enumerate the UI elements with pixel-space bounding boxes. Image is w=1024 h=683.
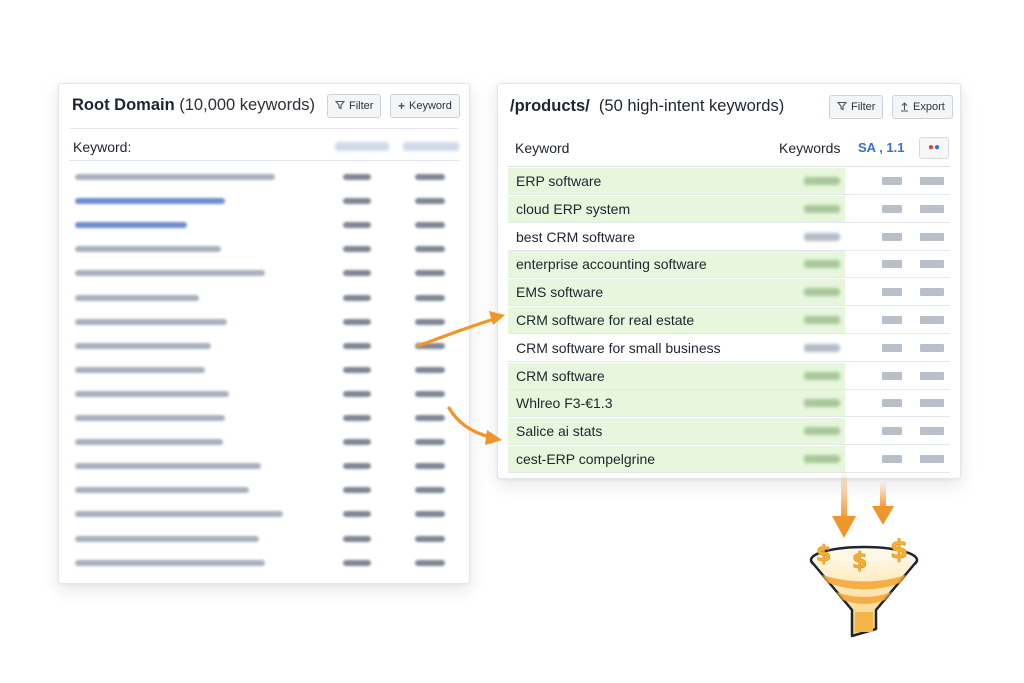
transfer-arrow-upper [416, 311, 505, 348]
transfer-arrow-lower [447, 406, 502, 445]
svg-text:$: $ [816, 542, 831, 567]
svg-text:$: $ [852, 549, 867, 574]
svg-text:$: $ [890, 535, 908, 565]
decorations-overlay: $ $ $ [416, 311, 919, 638]
down-arrow-right [872, 482, 894, 525]
down-arrow-left [832, 470, 856, 538]
